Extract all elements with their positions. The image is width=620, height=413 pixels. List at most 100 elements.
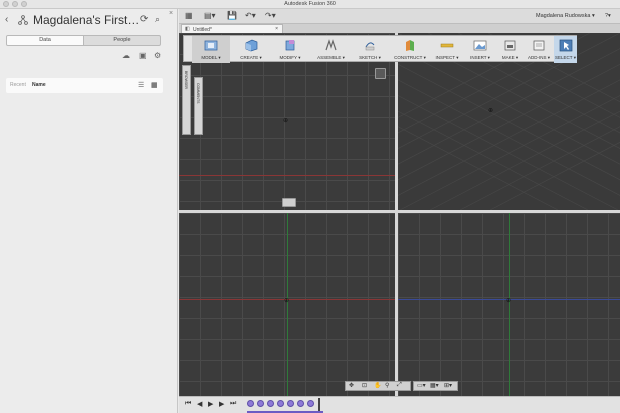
- app-grid-icon[interactable]: ▦: [185, 11, 193, 20]
- maximize-pane-icon[interactable]: [375, 68, 386, 79]
- construct-plane-icon: [406, 40, 414, 51]
- origin-icon: ⊕: [283, 118, 289, 124]
- project-title: Magdalena's First…: [33, 13, 140, 27]
- y-axis-line: [287, 213, 288, 396]
- modify-icon: [285, 40, 295, 51]
- window-title: Autodesk Fusion 360: [284, 1, 336, 7]
- front-origin-icon: ⊕: [284, 298, 290, 304]
- data-panel-header: ‹ Magdalena's First… ⟳ ⌕ ×: [0, 9, 178, 33]
- timeline-feature[interactable]: [287, 400, 294, 407]
- workspace-model-button[interactable]: MODEL ▾: [192, 36, 230, 63]
- data-actions: ☁ ▣ ⚙: [122, 51, 167, 61]
- file-menu-icon[interactable]: ▤▾: [204, 11, 216, 20]
- refresh-icon[interactable]: ⟳: [140, 14, 148, 25]
- sort-name[interactable]: Name: [32, 82, 46, 88]
- select-menu-button[interactable]: SELECT ▾: [554, 36, 577, 63]
- insert-menu-button[interactable]: INSERT ▾: [465, 36, 495, 63]
- timeline-feature[interactable]: [297, 400, 304, 407]
- data-panel: ‹ Magdalena's First… ⟳ ⌕ × Data People ☁…: [0, 9, 178, 413]
- data-people-segmented-control: Data People: [6, 35, 161, 46]
- save-icon[interactable]: 💾: [227, 11, 237, 20]
- undo-icon[interactable]: ↶▾: [245, 11, 256, 20]
- timeline-feature[interactable]: [247, 400, 254, 407]
- document-tab[interactable]: ◧ Untitled* ×: [181, 24, 283, 33]
- display-settings-bar: ▭▾ ▦▾ ⊞▾: [413, 381, 458, 391]
- upload-cloud-icon[interactable]: ☁: [122, 51, 130, 60]
- iso-origin-icon: ⊕: [488, 108, 494, 114]
- sketch-icon: [365, 42, 375, 51]
- construct-menu-button[interactable]: CONSTRUCT ▾: [389, 36, 431, 63]
- grid-settings-icon[interactable]: ▦▾: [430, 382, 439, 389]
- settings-gear-icon[interactable]: ⚙: [154, 51, 161, 60]
- create-menu-button[interactable]: CREATE ▾: [233, 36, 269, 63]
- display-settings-icon[interactable]: ▭▾: [417, 382, 426, 389]
- viewport-pane-front[interactable]: ⊕: [179, 213, 395, 396]
- assemble-menu-button[interactable]: ASSEMBLE ▾: [311, 36, 351, 63]
- document-icon: ◧: [185, 26, 190, 32]
- tab-people[interactable]: People: [83, 36, 160, 45]
- inspect-menu-button[interactable]: INSPECT ▾: [430, 36, 464, 63]
- file-list-header: Recent Name ☰ ▦: [6, 78, 163, 93]
- fit-icon[interactable]: ⤢: [397, 382, 402, 389]
- model-workspace-icon: [204, 40, 218, 51]
- vertical-splitter[interactable]: [395, 33, 398, 396]
- tab-data[interactable]: Data: [7, 36, 83, 45]
- make-menu-button[interactable]: MAKE ▾: [496, 36, 524, 63]
- list-view-icon[interactable]: ☰: [138, 81, 144, 89]
- comments-tab-label: COMMENTS: [196, 83, 200, 104]
- right-origin-icon: ⊕: [506, 298, 512, 304]
- timeline-next-icon[interactable]: ▶: [219, 400, 224, 408]
- timeline-play-icon[interactable]: ▶: [208, 400, 213, 408]
- add-ins-menu-button[interactable]: ADD-INS ▾: [524, 36, 554, 63]
- viewport-pane-right[interactable]: ⊕: [398, 213, 620, 396]
- hub-icon[interactable]: [18, 15, 28, 25]
- select-cursor-icon: [559, 39, 572, 52]
- help-menu[interactable]: ?▾: [605, 13, 611, 19]
- timeline-feature[interactable]: [267, 400, 274, 407]
- horizontal-splitter[interactable]: [179, 210, 620, 213]
- viewports-icon[interactable]: ⊞▾: [444, 382, 452, 389]
- browser-panel-tab[interactable]: BROWSER: [182, 65, 191, 135]
- sketch-menu-button[interactable]: SKETCH ▾: [352, 36, 388, 63]
- y-axis-line-right: [509, 213, 510, 396]
- timeline-track: [247, 411, 323, 413]
- timeline-feature[interactable]: [307, 400, 314, 407]
- navigation-bar: ✥ ⊡ ✋ ⚲ ⤢: [345, 381, 411, 391]
- user-menu[interactable]: Magdalena Rudowska ▾: [536, 13, 595, 19]
- look-at-icon[interactable]: ⊡: [362, 382, 367, 389]
- document-tab-label: Untitled*: [193, 26, 212, 33]
- timeline: ⏮ ◀ ▶ ▶ ⏭: [179, 396, 620, 413]
- window-title-bar: Autodesk Fusion 360: [0, 0, 620, 9]
- create-box-icon: [245, 39, 258, 52]
- timeline-prev-icon[interactable]: ◀: [197, 400, 202, 408]
- orbit-icon[interactable]: ✥: [349, 382, 354, 389]
- x-axis-line: [179, 175, 395, 176]
- timeline-marker[interactable]: [318, 398, 320, 411]
- close-tab-icon[interactable]: ×: [275, 26, 278, 32]
- new-folder-icon[interactable]: ▣: [139, 51, 147, 60]
- timeline-first-icon[interactable]: ⏮: [185, 400, 191, 408]
- document-tab-bar: ◧ Untitled* ×: [179, 24, 620, 33]
- search-icon[interactable]: ⌕: [155, 14, 160, 25]
- add-ins-icon: [533, 40, 545, 51]
- assemble-icon: [325, 39, 337, 51]
- view-display-icon[interactable]: [282, 198, 296, 207]
- pan-icon[interactable]: ✋: [374, 382, 381, 389]
- insert-image-icon: [473, 40, 487, 51]
- timeline-feature[interactable]: [277, 400, 284, 407]
- grid-view-icon[interactable]: ▦: [151, 81, 158, 89]
- timeline-last-icon[interactable]: ⏭: [230, 400, 236, 408]
- application-toolbar: ▦ ▤▾ 💾 ↶▾ ↷▾ Magdalena Rudowska ▾ ?▾: [179, 9, 620, 24]
- canvas-viewport[interactable]: ⊕ ⊕ ⊕ ⊕ BROWSER COMMENTS MODEL ▾ CREATE …: [179, 33, 620, 396]
- back-chevron-icon[interactable]: ‹: [5, 14, 8, 25]
- close-icon[interactable]: ×: [169, 10, 173, 17]
- comments-panel-tab[interactable]: COMMENTS: [194, 77, 203, 135]
- browser-tab-label: BROWSER: [184, 71, 188, 90]
- design-toolbar: MODEL ▾ CREATE ▾ MODIFY ▾ ASSEMBLE ▾ SKE…: [183, 35, 577, 63]
- sort-recent[interactable]: Recent: [10, 82, 26, 88]
- redo-icon[interactable]: ↷▾: [265, 11, 276, 20]
- timeline-feature[interactable]: [257, 400, 264, 407]
- modify-menu-button[interactable]: MODIFY ▾: [272, 36, 308, 63]
- zoom-icon[interactable]: ⚲: [385, 382, 389, 389]
- make-icon: [504, 40, 516, 51]
